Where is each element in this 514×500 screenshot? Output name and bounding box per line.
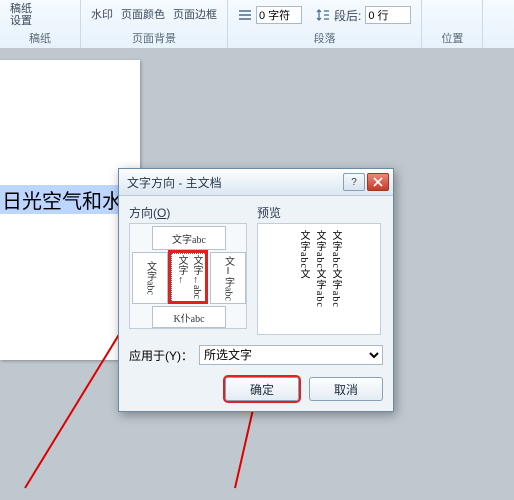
group-position: 位置 (422, 0, 483, 48)
dialog-title: 文字方向 - 主文档 (127, 174, 341, 191)
group-page-background: 水印 页面颜色 页面边框 页面背景 (81, 0, 228, 48)
apply-to-select[interactable]: 所选文字 (199, 345, 383, 365)
label: 设置 (10, 15, 32, 27)
orient-option-horizontal[interactable]: 文字abc (152, 226, 226, 250)
spacing-after-field: 段后: (316, 6, 411, 24)
indent-left-icon (238, 8, 252, 22)
spacing-icon (316, 8, 330, 22)
draft-settings-button[interactable]: 稿纸 设置 (10, 3, 32, 27)
group-draft: 稿纸 设置 稿纸 (0, 0, 81, 48)
group-label: 页面背景 (91, 30, 217, 46)
preview-box: 文字abc文字abc文字abc文字abc文字abc文 (257, 223, 381, 335)
orient-option-vertical-2-selected[interactable]: 文字←abc文字← (170, 252, 208, 304)
dialog-body: 方向(O) 文字abc 文字abc 文字←abc文字← 文‖字abc K仆abc… (119, 196, 393, 411)
titlebar[interactable]: 文字方向 - 主文档 ? (119, 169, 393, 196)
page-border-button[interactable]: 页面边框 (173, 9, 217, 21)
cancel-button[interactable]: 取消 (309, 377, 383, 401)
document-area: 日光空气和水 文字方向 - 主文档 ? 方向(O) 文字abc 文字abc 文字… (0, 48, 514, 500)
orient-option-horizontal-2[interactable]: K仆abc (152, 306, 226, 328)
label: 稿纸 (10, 3, 32, 15)
orient-option-vertical-1[interactable]: 文字abc (132, 252, 168, 304)
page-color-button[interactable]: 页面颜色 (121, 9, 165, 21)
text-direction-dialog: 文字方向 - 主文档 ? 方向(O) 文字abc 文字abc 文字←abc文字←… (118, 168, 394, 412)
indent-left-field (238, 6, 302, 24)
close-button[interactable] (367, 173, 389, 191)
selected-text[interactable]: 日光空气和水 (0, 185, 124, 214)
orientation-picker: 文字abc 文字abc 文字←abc文字← 文‖字abc K仆abc (129, 223, 247, 329)
help-button[interactable]: ? (343, 173, 365, 191)
group-label: 稿纸 (10, 30, 70, 46)
orientation-label: 方向(O) (129, 204, 247, 221)
close-icon (373, 177, 383, 187)
indent-left-input[interactable] (256, 6, 302, 24)
apply-to-label: 应用于(Y)： (129, 347, 193, 364)
group-label: 位置 (432, 30, 472, 46)
group-paragraph: 段后: 段落 (228, 0, 422, 48)
ribbon: 稿纸 设置 稿纸 水印 页面颜色 页面边框 页面背景 段后: 段落 (0, 0, 514, 49)
label: 段后: (334, 7, 361, 24)
ok-button[interactable]: 确定 (225, 377, 299, 401)
spacing-after-input[interactable] (365, 6, 411, 24)
group-label: 段落 (238, 30, 411, 46)
preview-text: 文字abc文字abc文字abc文字abc文字abc文 (295, 230, 343, 310)
watermark-button[interactable]: 水印 (91, 9, 113, 21)
preview-label: 预览 (257, 204, 381, 221)
orient-option-vertical-3[interactable]: 文‖字abc (210, 252, 246, 304)
